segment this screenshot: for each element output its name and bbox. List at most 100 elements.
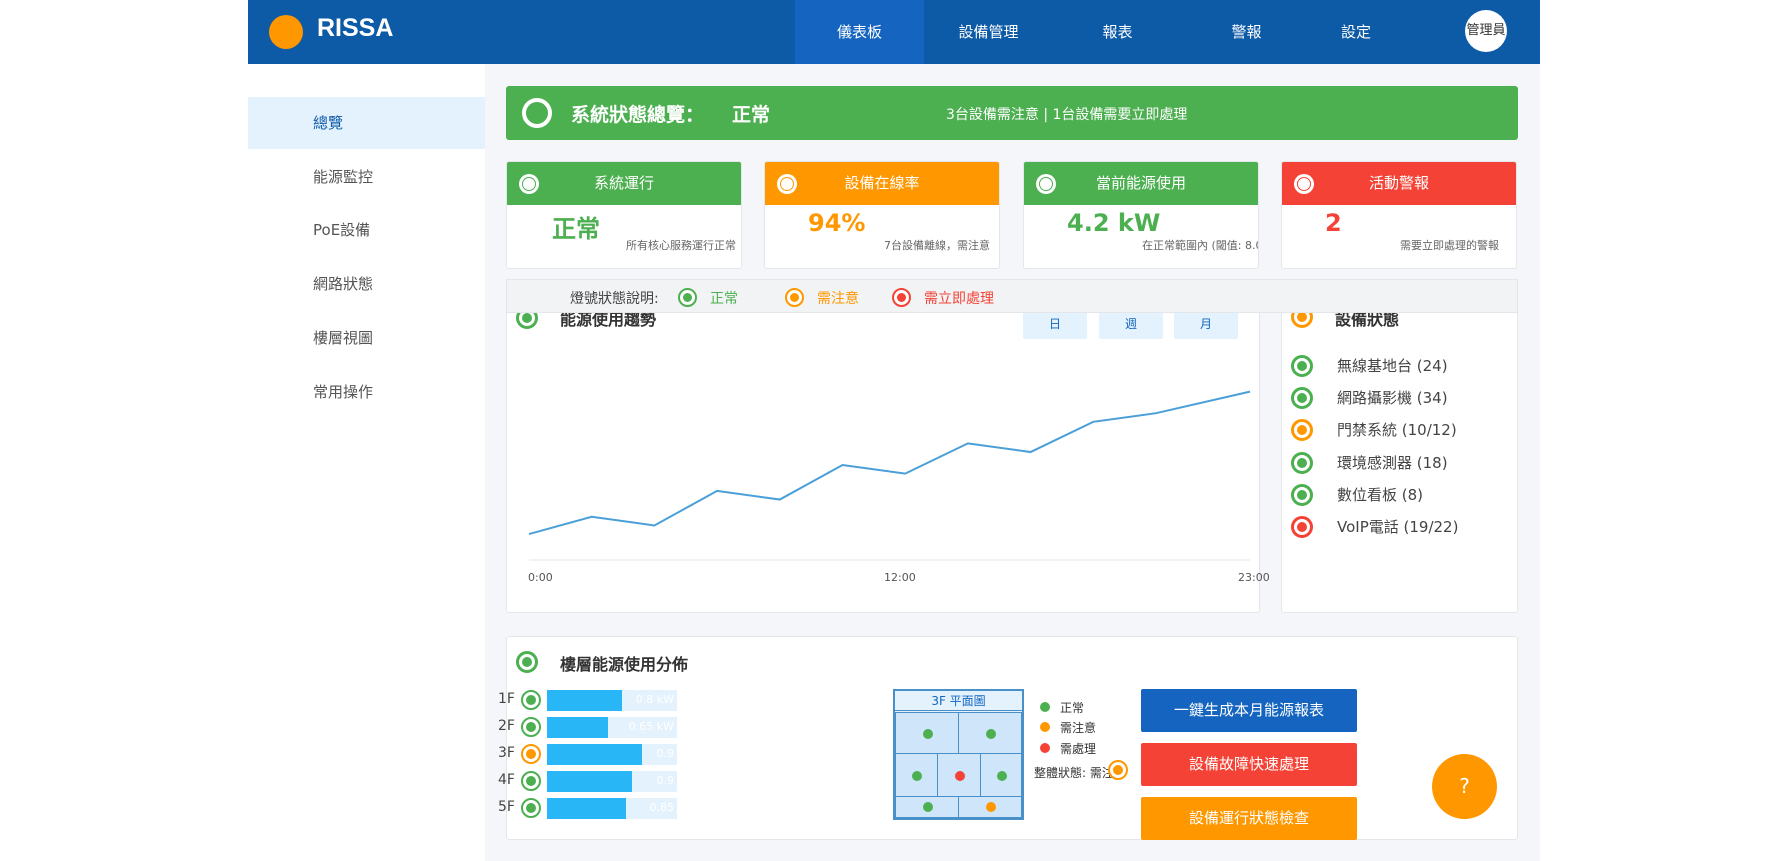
plan-legend-warning: 需注意 [1060,721,1097,735]
x-tick-label: 0:00 [528,571,553,584]
plan-legend-critical: 需處理 [1060,742,1097,756]
floor-bar-3f[interactable]: 0.9 [547,744,677,765]
normal-dot-icon [912,771,922,781]
status-ring-icon [516,651,538,673]
nav-reports[interactable]: 報表 [1053,0,1182,64]
floor-bar-fill [547,798,627,819]
room[interactable] [895,796,959,818]
floor-bar-fill [547,744,642,765]
card-header: 設備在線率 [765,162,999,205]
normal-dot-icon [1040,702,1050,712]
card-title: 活動警報 [1368,174,1429,192]
device-label: 環境感測器 (18) [1337,454,1448,472]
banner-title: 系統狀態總覽： [571,104,705,126]
floor-plan-3f[interactable]: 3F 平面圖 [893,689,1024,820]
sidebar-item-energy-monitor[interactable]: 能源監控 [248,151,485,203]
nav-alerts[interactable]: 警報 [1182,0,1311,64]
app-root: RISSA 儀表板 設備管理 報表 警報 設定 管理員 總覽 能源監控 PoE設… [248,0,1540,861]
x-tick-label: 12:00 [884,571,916,584]
top-header: RISSA 儀表板 設備管理 報表 警報 設定 管理員 [248,0,1540,64]
sidebar-item-network-status[interactable]: 網路狀態 [248,258,485,310]
critical-dot-icon [955,771,965,781]
room[interactable] [958,712,1022,754]
device-item-voip-phone[interactable]: VoIP電話 (19/22) [1291,516,1458,538]
floor-value: 0.8 kW [635,693,674,706]
card-header: 當前能源使用 [1024,162,1258,205]
room[interactable] [980,753,1022,797]
floor-bar-1f[interactable]: 0.8 kW [547,690,677,711]
overall-status-label: 整體狀態: 需注 [1034,766,1114,780]
floor-label: 4F [498,772,515,788]
card-active-alerts[interactable]: 活動警報 2 需要立即處理的警報 [1281,161,1517,269]
device-item-digital-signage[interactable]: 數位看板 (8) [1291,484,1423,506]
card-value: 4.2 kW [1067,209,1161,237]
warning-status-icon [1108,760,1128,780]
generate-report-button[interactable]: 一鍵生成本月能源報表 [1141,689,1357,732]
nav-device-management[interactable]: 設備管理 [924,0,1053,64]
room[interactable] [895,753,938,797]
legend-warning: 需注意 [817,291,859,307]
card-device-online[interactable]: 設備在線率 94% 7台設備離線，需注意 [764,161,1000,269]
device-item-env-sensor[interactable]: 環境感測器 (18) [1291,452,1448,474]
normal-dot-icon [986,729,996,739]
nav-dashboard[interactable]: 儀表板 [795,0,924,64]
nav-settings[interactable]: 設定 [1311,0,1401,64]
status-ring-icon [777,174,797,194]
card-header: 活動警報 [1282,162,1516,205]
floor-bar-fill [547,717,609,738]
fault-handling-button[interactable]: 設備故障快速處理 [1141,743,1357,786]
sidebar-item-floor-view[interactable]: 樓層視圖 [248,312,485,364]
card-value: 正常 [552,215,600,243]
logo-icon [269,15,303,49]
x-tick-label: 23:00 [1238,571,1270,584]
floor-energy-title: 樓層能源使用分佈 [560,655,689,674]
banner-state: 正常 [732,104,771,126]
card-title: 當前能源使用 [1095,174,1186,192]
floor-bar-fill [547,690,623,711]
status-ring-icon [522,98,552,128]
floor-value: 0.9 [656,747,675,760]
floor-bar-fill [547,771,632,792]
floor-value: 0.9 [656,774,675,787]
plan-legend-normal: 正常 [1060,701,1085,715]
card-system-running[interactable]: 系統運行 正常 所有核心服務運行正常 [506,161,742,269]
normal-status-icon [1291,452,1313,474]
sidebar-item-common-actions[interactable]: 常用操作 [248,366,485,418]
status-check-button[interactable]: 設備運行狀態檢查 [1141,797,1357,840]
normal-dot-icon [923,802,933,812]
warning-dot-icon [986,802,996,812]
device-label: 網路攝影機 (34) [1337,389,1448,407]
range-week-button[interactable]: 週 [1099,309,1163,339]
card-title: 系統運行 [593,174,654,192]
legend-critical: 需立即處理 [924,291,994,307]
room[interactable] [937,753,981,797]
floor-value: 0.65 kW [628,720,674,733]
device-item-camera[interactable]: 網路攝影機 (34) [1291,387,1448,409]
floor-bar-5f[interactable]: 0.85 [547,798,677,819]
device-item-access-control[interactable]: 門禁系統 (10/12) [1291,419,1457,441]
normal-dot-icon [923,729,933,739]
sidebar-item-poe-devices[interactable]: PoE設備 [248,204,485,256]
device-item-access-point[interactable]: 無線基地台 (24) [1291,355,1448,377]
range-day-button[interactable]: 日 [1023,309,1087,339]
floor-bar-4f[interactable]: 0.9 [547,771,677,792]
room[interactable] [958,796,1022,818]
floor-bar-2f[interactable]: 0.65 kW [547,717,677,738]
warning-dot-icon [1040,722,1050,732]
sidebar-item-overview[interactable]: 總覽 [248,97,485,149]
range-month-button[interactable]: 月 [1174,309,1238,339]
critical-status-icon [1291,516,1313,538]
card-energy-usage[interactable]: 當前能源使用 4.2 kW 在正常範圍內 (閾值: 8.0 [1023,161,1259,269]
help-button[interactable]: ? [1432,754,1497,819]
normal-status-icon [521,690,541,710]
status-ring-icon [1036,174,1056,194]
room[interactable] [895,712,959,754]
card-desc: 在正常範圍內 (閾值: 8.0 [1142,239,1259,252]
normal-status-icon [521,717,541,737]
legend-label: 燈號狀態說明: [570,291,659,307]
status-ring-icon [519,174,539,194]
user-avatar[interactable]: 管理員 [1465,10,1507,52]
legend-normal: 正常 [710,291,738,307]
card-value: 2 [1325,209,1342,237]
status-ring-icon [1294,174,1314,194]
